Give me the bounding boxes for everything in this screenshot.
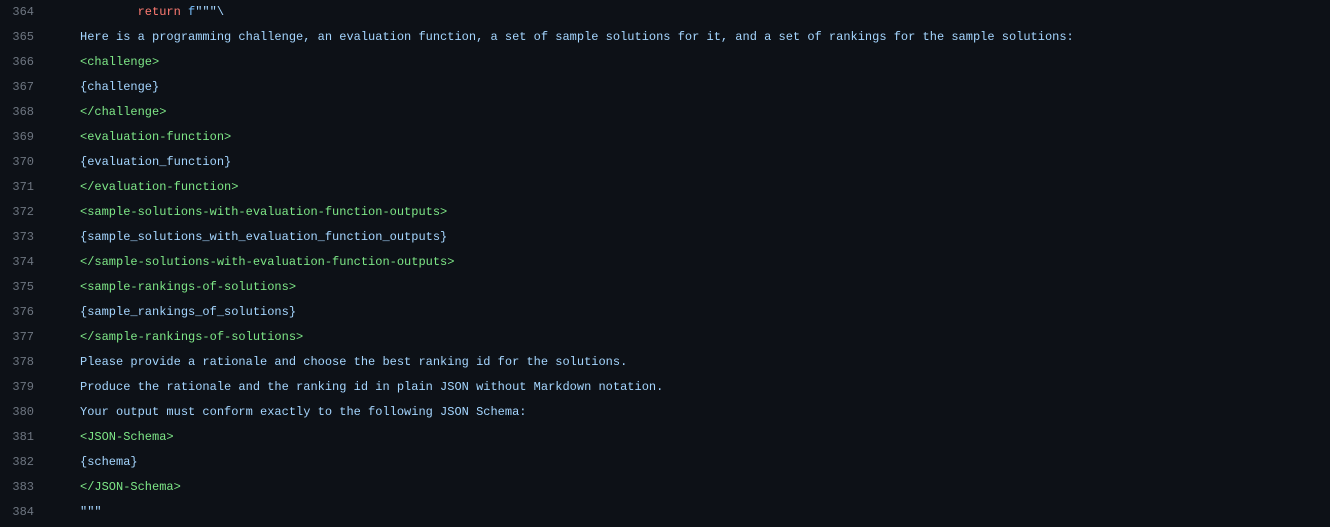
code-line[interactable]: 371 </evaluation-function> bbox=[0, 175, 1330, 200]
line-number: 370 bbox=[0, 150, 50, 175]
line-content[interactable]: Produce the rationale and the ranking id… bbox=[50, 375, 1330, 400]
line-content[interactable]: <evaluation-function> bbox=[50, 125, 1330, 150]
line-number: 365 bbox=[0, 25, 50, 50]
code-editor[interactable]: 364 return f"""\365 Here is a programming… bbox=[0, 0, 1330, 525]
code-line[interactable]: 381 <JSON-Schema> bbox=[0, 425, 1330, 450]
code-line[interactable]: 365 Here is a programming challenge, an e… bbox=[0, 25, 1330, 50]
line-number: 374 bbox=[0, 250, 50, 275]
code-line[interactable]: 384 """ bbox=[0, 500, 1330, 525]
code-line[interactable]: 374 </sample-solutions-with-evaluation-fu… bbox=[0, 250, 1330, 275]
line-content[interactable]: {schema} bbox=[50, 450, 1330, 475]
code-token bbox=[80, 5, 138, 19]
line-number: 367 bbox=[0, 75, 50, 100]
line-number: 366 bbox=[0, 50, 50, 75]
line-number: 364 bbox=[0, 0, 50, 25]
code-line[interactable]: 376 {sample_rankings_of_solutions} bbox=[0, 300, 1330, 325]
code-token: <evaluation-function> bbox=[80, 130, 231, 144]
code-token: Please provide a rationale and choose th… bbox=[80, 355, 627, 369]
line-number: 378 bbox=[0, 350, 50, 375]
code-token: </challenge> bbox=[80, 105, 166, 119]
code-line[interactable]: 364 return f"""\ bbox=[0, 0, 1330, 25]
line-content[interactable]: <JSON-Schema> bbox=[50, 425, 1330, 450]
code-token: """\ bbox=[195, 5, 224, 19]
line-content[interactable]: </evaluation-function> bbox=[50, 175, 1330, 200]
line-content[interactable]: <sample-solutions-with-evaluation-functi… bbox=[50, 200, 1330, 225]
code-token: Produce the rationale and the ranking id… bbox=[80, 380, 663, 394]
line-number: 379 bbox=[0, 375, 50, 400]
line-content[interactable]: {sample_rankings_of_solutions} bbox=[50, 300, 1330, 325]
code-line[interactable]: 369 <evaluation-function> bbox=[0, 125, 1330, 150]
code-line[interactable]: 367 {challenge} bbox=[0, 75, 1330, 100]
code-line[interactable]: 378 Please provide a rationale and choose… bbox=[0, 350, 1330, 375]
code-line[interactable]: 379 Produce the rationale and the ranking… bbox=[0, 375, 1330, 400]
line-content[interactable]: {evaluation_function} bbox=[50, 150, 1330, 175]
line-content[interactable]: </sample-solutions-with-evaluation-funct… bbox=[50, 250, 1330, 275]
code-token: """ bbox=[80, 505, 102, 519]
line-number: 381 bbox=[0, 425, 50, 450]
code-token: <sample-rankings-of-solutions> bbox=[80, 280, 296, 294]
line-number: 371 bbox=[0, 175, 50, 200]
code-line[interactable]: 383 </JSON-Schema> bbox=[0, 475, 1330, 500]
code-line[interactable]: 372 <sample-solutions-with-evaluation-fun… bbox=[0, 200, 1330, 225]
line-number: 380 bbox=[0, 400, 50, 425]
code-line[interactable]: 370 {evaluation_function} bbox=[0, 150, 1330, 175]
line-content[interactable]: </sample-rankings-of-solutions> bbox=[50, 325, 1330, 350]
code-token: {evaluation_function} bbox=[80, 155, 231, 169]
code-token bbox=[181, 5, 188, 19]
code-token: {sample_rankings_of_solutions} bbox=[80, 305, 296, 319]
code-token: Here is a programming challenge, an eval… bbox=[80, 30, 1074, 44]
code-token: {challenge} bbox=[80, 80, 159, 94]
line-number: 383 bbox=[0, 475, 50, 500]
code-token: <sample-solutions-with-evaluation-functi… bbox=[80, 205, 447, 219]
code-line[interactable]: 366 <challenge> bbox=[0, 50, 1330, 75]
line-content[interactable]: {challenge} bbox=[50, 75, 1330, 100]
line-number: 372 bbox=[0, 200, 50, 225]
code-line[interactable]: 382 {schema} bbox=[0, 450, 1330, 475]
code-token: {sample_solutions_with_evaluation_functi… bbox=[80, 230, 447, 244]
code-token: </evaluation-function> bbox=[80, 180, 238, 194]
code-token: </sample-rankings-of-solutions> bbox=[80, 330, 303, 344]
code-line[interactable]: 380 Your output must conform exactly to t… bbox=[0, 400, 1330, 425]
line-content[interactable]: return f"""\ bbox=[50, 0, 1330, 25]
code-token: <JSON-Schema> bbox=[80, 430, 174, 444]
code-line[interactable]: 377 </sample-rankings-of-solutions> bbox=[0, 325, 1330, 350]
line-number: 384 bbox=[0, 500, 50, 525]
line-content[interactable]: <challenge> bbox=[50, 50, 1330, 75]
line-number: 375 bbox=[0, 275, 50, 300]
code-line[interactable]: 375 <sample-rankings-of-solutions> bbox=[0, 275, 1330, 300]
line-number: 368 bbox=[0, 100, 50, 125]
line-number: 377 bbox=[0, 325, 50, 350]
line-number: 382 bbox=[0, 450, 50, 475]
code-token: Your output must conform exactly to the … bbox=[80, 405, 526, 419]
line-content[interactable]: Your output must conform exactly to the … bbox=[50, 400, 1330, 425]
code-token: <challenge> bbox=[80, 55, 159, 69]
code-token: </sample-solutions-with-evaluation-funct… bbox=[80, 255, 454, 269]
code-token: {schema} bbox=[80, 455, 138, 469]
line-content[interactable]: </JSON-Schema> bbox=[50, 475, 1330, 500]
line-content[interactable]: Please provide a rationale and choose th… bbox=[50, 350, 1330, 375]
line-content[interactable]: </challenge> bbox=[50, 100, 1330, 125]
code-token: </JSON-Schema> bbox=[80, 480, 181, 494]
code-token: return bbox=[138, 5, 181, 19]
line-content[interactable]: Here is a programming challenge, an eval… bbox=[50, 25, 1330, 50]
line-content[interactable]: <sample-rankings-of-solutions> bbox=[50, 275, 1330, 300]
line-number: 376 bbox=[0, 300, 50, 325]
line-number: 369 bbox=[0, 125, 50, 150]
line-content[interactable]: """ bbox=[50, 500, 1330, 525]
code-line[interactable]: 368 </challenge> bbox=[0, 100, 1330, 125]
code-line[interactable]: 373 {sample_solutions_with_evaluation_fun… bbox=[0, 225, 1330, 250]
line-number: 373 bbox=[0, 225, 50, 250]
line-content[interactable]: {sample_solutions_with_evaluation_functi… bbox=[50, 225, 1330, 250]
